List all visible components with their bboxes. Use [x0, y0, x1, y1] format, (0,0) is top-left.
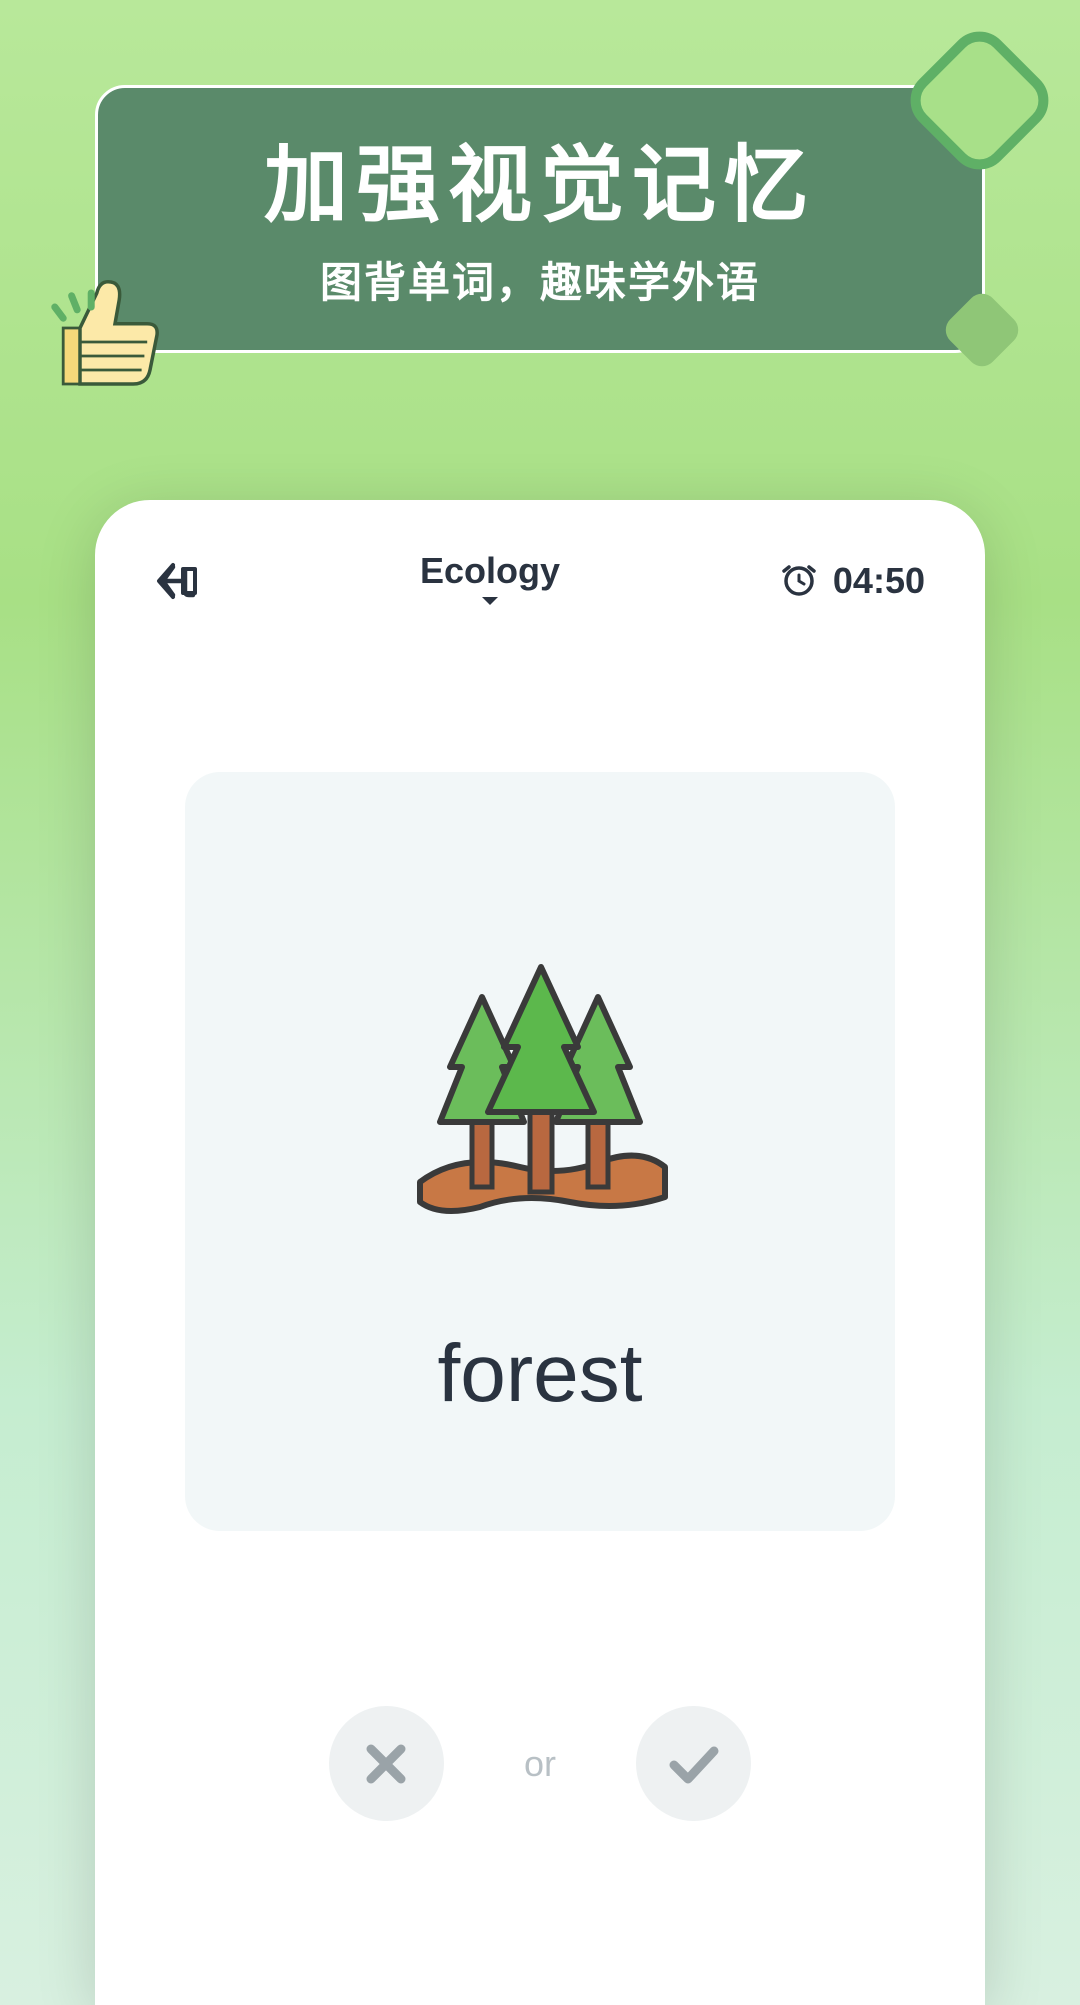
- timer-value: 04:50: [833, 560, 925, 602]
- flashcard-word: forest: [437, 1327, 642, 1421]
- phone-frame: Ecology 04:50: [95, 500, 985, 2005]
- actions-row: or: [135, 1706, 945, 1821]
- app-header: Ecology 04:50: [135, 550, 945, 612]
- cross-icon: [361, 1739, 411, 1789]
- chevron-down-icon: [480, 594, 500, 612]
- category-label: Ecology: [420, 550, 560, 592]
- or-label: or: [524, 1743, 556, 1785]
- timer-display: 04:50: [781, 560, 925, 602]
- banner-title: 加强视觉记忆: [148, 118, 932, 239]
- forest-icon: [400, 952, 680, 1232]
- thumbs-up-icon: [38, 265, 178, 405]
- flashcard[interactable]: forest: [185, 772, 895, 1531]
- decoration-diamond-small: [940, 288, 1025, 373]
- reject-button[interactable]: [329, 1706, 444, 1821]
- banner-subtitle: 图背单词，趣味学外语: [148, 249, 932, 310]
- check-icon: [666, 1739, 722, 1789]
- back-button[interactable]: [155, 559, 199, 603]
- accept-button[interactable]: [636, 1706, 751, 1821]
- promo-banner: 加强视觉记忆 图背单词，趣味学外语: [95, 85, 985, 353]
- category-dropdown[interactable]: Ecology: [420, 550, 560, 612]
- clock-icon: [781, 561, 817, 602]
